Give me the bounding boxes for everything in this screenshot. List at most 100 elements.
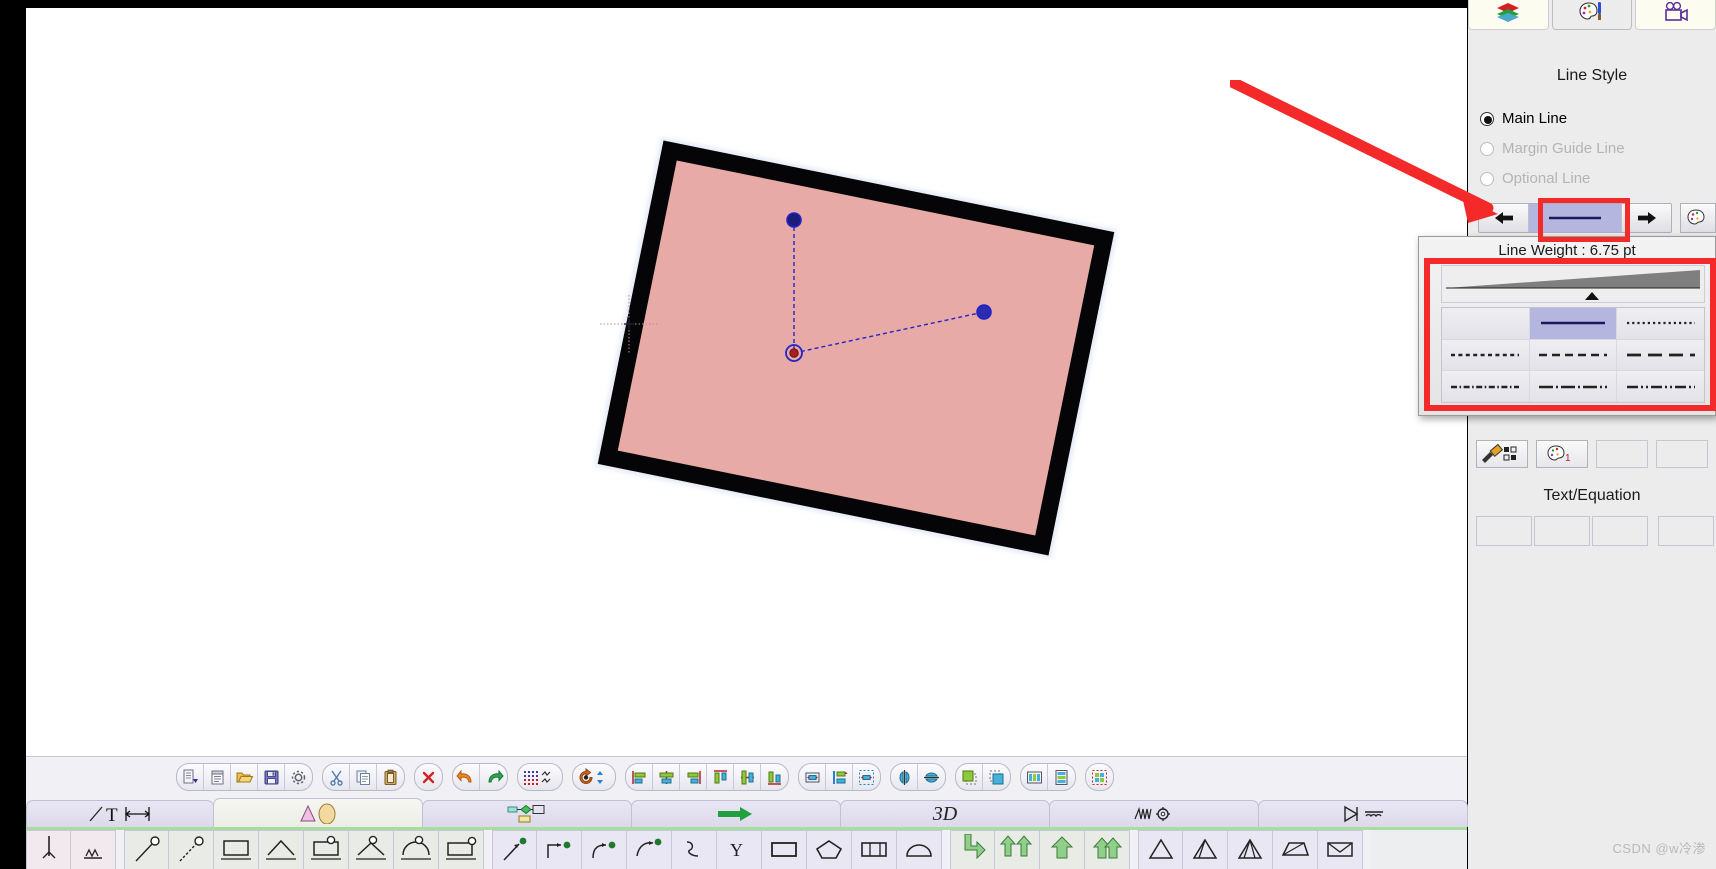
envelope-tool[interactable] [1318, 830, 1363, 869]
text-equation-cell-4[interactable] [1658, 516, 1714, 546]
text-equation-cell-1[interactable] [1476, 516, 1532, 546]
rotate-button[interactable] [573, 764, 615, 790]
animation-tab[interactable] [1635, 0, 1716, 30]
line-style-preview[interactable] [1529, 204, 1621, 232]
columns-button[interactable] [1021, 764, 1048, 790]
wedge-ball-tool[interactable] [349, 830, 394, 869]
y-axis-tool[interactable]: Y [717, 830, 762, 869]
send-back-button[interactable] [983, 764, 1010, 790]
vector-group: Y [492, 830, 950, 869]
distribute-v-button[interactable] [826, 764, 853, 790]
rod-ball-tool[interactable] [124, 830, 169, 869]
group-objects-button[interactable] [1086, 764, 1113, 790]
radio-main-line[interactable]: Main Line [1480, 110, 1716, 127]
line-style-next-button[interactable] [1621, 204, 1671, 232]
tab-3d[interactable]: 3D [840, 800, 1050, 827]
align-top-button[interactable] [707, 764, 734, 790]
trapezoid-tool[interactable] [1273, 830, 1318, 869]
text-equation-cell-2[interactable] [1534, 516, 1590, 546]
color-set-1-button[interactable]: 1 [1536, 440, 1588, 468]
string-ball-tool[interactable] [169, 830, 214, 869]
flip-vertical-button[interactable] [918, 764, 945, 790]
flip-horizontal-button[interactable] [891, 764, 918, 790]
save-button[interactable] [258, 764, 285, 790]
spring-tool[interactable] [71, 830, 116, 869]
line-style-short-dash[interactable] [1442, 339, 1529, 371]
block-pulley-tool[interactable] [304, 830, 349, 869]
fit-selection-button[interactable] [853, 764, 880, 790]
drawing-canvas[interactable] [26, 8, 1467, 756]
tab-circuits[interactable] [1258, 800, 1468, 827]
arc-vector-tool[interactable] [627, 830, 672, 869]
line-style-medium-dash[interactable] [1529, 339, 1617, 371]
align-right-button[interactable] [680, 764, 707, 790]
pentagon-tool[interactable] [807, 830, 852, 869]
paste-button[interactable] [377, 764, 404, 790]
redo-button[interactable] [480, 764, 507, 790]
dome-tool[interactable] [897, 830, 942, 869]
settings-button[interactable] [285, 764, 312, 790]
selected-rectangle-object[interactable] [597, 140, 1115, 556]
pendulum-support-tool[interactable] [26, 830, 71, 869]
rect-tool[interactable] [762, 830, 807, 869]
text-equation-title: Text/Equation [1543, 487, 1641, 504]
undo-button[interactable] [453, 764, 480, 790]
layers-tab[interactable] [1468, 0, 1549, 30]
incline-tool[interactable] [259, 830, 304, 869]
blank-button-2[interactable] [1656, 440, 1708, 468]
grid-group [517, 763, 563, 791]
radio-optional-line-label: Optional Line [1502, 170, 1591, 187]
line-style-solid[interactable] [1529, 308, 1617, 339]
bring-front-button[interactable] [956, 764, 983, 790]
prism-double-ray-tool[interactable] [1228, 830, 1273, 869]
text-equation-cell-3[interactable] [1592, 516, 1648, 546]
line-style-fine-dotted[interactable] [1617, 308, 1704, 339]
prism-ray-tool[interactable] [1183, 830, 1228, 869]
delete-button[interactable] [415, 764, 442, 790]
tab-shapes[interactable] [213, 798, 423, 827]
right-properties-panel: Line Style Main Line Margin Guide Line O… [1468, 0, 1716, 869]
vector-tool[interactable] [492, 830, 537, 869]
tab-physics[interactable] [1049, 800, 1259, 827]
flow-split-tool[interactable] [995, 830, 1040, 869]
flow-up-double-tool[interactable] [1085, 830, 1130, 869]
blank-button-1[interactable] [1596, 440, 1648, 468]
prism-tool[interactable] [1138, 830, 1183, 869]
radio-optional-line[interactable]: Optional Line [1480, 170, 1716, 187]
distribute-h-button[interactable] [799, 764, 826, 790]
line-color-button[interactable] [1680, 203, 1716, 233]
cut-button[interactable] [323, 764, 350, 790]
line-style-dash-dot[interactable] [1529, 371, 1617, 402]
line-style-blank[interactable] [1442, 308, 1529, 339]
format-painter-button[interactable] [1476, 440, 1528, 468]
style-tab[interactable] [1551, 0, 1633, 30]
line-style-dash-dot-fine[interactable] [1442, 371, 1529, 402]
flow-right-tool[interactable] [950, 830, 995, 869]
new-document-button[interactable] [177, 764, 204, 790]
align-center-h-button[interactable] [653, 764, 680, 790]
align-bottom-button[interactable] [761, 764, 788, 790]
step-vector-tool[interactable] [537, 830, 582, 869]
copy-button[interactable] [350, 764, 377, 790]
line-style-long-dash[interactable] [1617, 339, 1704, 371]
notes-button[interactable] [204, 764, 231, 790]
line-weight-slider[interactable] [1441, 265, 1705, 303]
table-ball-tool[interactable] [439, 830, 484, 869]
line-style-dash-dot-dot[interactable] [1617, 371, 1704, 402]
grid-snap-button[interactable] [518, 764, 562, 790]
align-middle-v-button[interactable] [734, 764, 761, 790]
tab-arrows[interactable] [631, 800, 841, 827]
rows-button[interactable] [1048, 764, 1075, 790]
align-left-button[interactable] [626, 764, 653, 790]
tab-connectors[interactable] [422, 800, 632, 827]
curve-tool[interactable] [672, 830, 717, 869]
curve-vector-tool[interactable] [582, 830, 627, 869]
flow-up-tool[interactable] [1040, 830, 1085, 869]
dome-ball-tool[interactable] [394, 830, 439, 869]
tab-text-dimension[interactable]: T [26, 800, 214, 827]
radio-margin-guide-line[interactable]: Margin Guide Line [1480, 140, 1716, 157]
open-button[interactable] [231, 764, 258, 790]
block-tool[interactable] [214, 830, 259, 869]
line-style-prev-button[interactable] [1479, 204, 1529, 232]
split-rect-tool[interactable] [852, 830, 897, 869]
